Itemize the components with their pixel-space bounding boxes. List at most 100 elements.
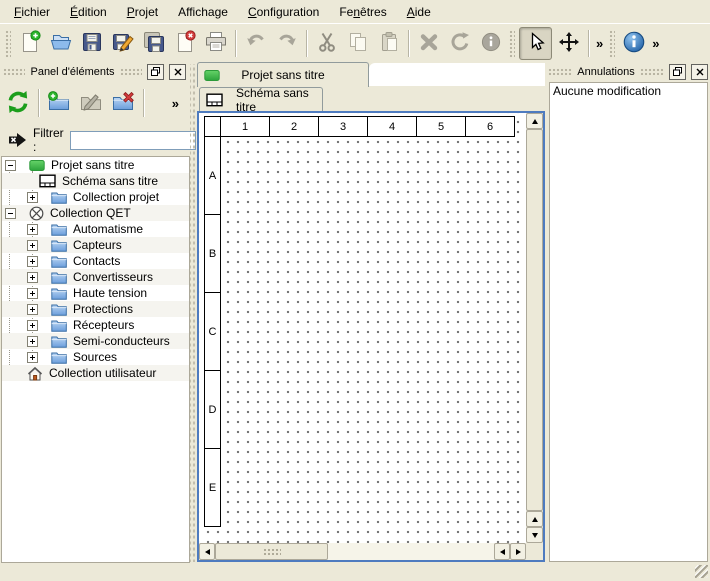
elements-tree: Projet sans titre Schéma sans titre Coll… — [1, 156, 190, 563]
scroll-up-button[interactable] — [526, 113, 543, 129]
scroll-left-button[interactable] — [494, 543, 510, 560]
scroll-left-button[interactable] — [199, 543, 215, 560]
tree-item-semi-conducteurs[interactable]: Semi-conducteurs — [2, 333, 189, 349]
print-button[interactable] — [201, 29, 230, 58]
tree-item-convertisseurs[interactable]: Convertisseurs — [2, 269, 189, 285]
main-toolbar: » » — [0, 23, 710, 63]
dock-splitter[interactable] — [190, 64, 196, 562]
schema-canvas[interactable]: 1 2 3 4 5 6 A B C D E — [199, 113, 526, 543]
panel-overflow-button[interactable]: » — [169, 96, 182, 111]
toolbar-drag-handle[interactable] — [5, 30, 11, 58]
toolbar-drag-handle[interactable] — [509, 30, 515, 58]
edit-category-button[interactable] — [75, 87, 107, 119]
expand-icon[interactable] — [27, 352, 38, 363]
collapse-icon[interactable] — [5, 208, 16, 219]
filter-label: Filtrer : — [33, 126, 64, 154]
tree-item-capteurs[interactable]: Capteurs — [2, 237, 189, 253]
arrow-left-icon — [500, 549, 505, 555]
tab-bar-filler — [369, 63, 545, 86]
redo-button[interactable] — [272, 29, 301, 58]
menu-fichier[interactable]: Fichier — [4, 2, 60, 22]
dock-close-button[interactable] — [691, 64, 708, 80]
elements-panel-titlebar[interactable]: Panel d'éléments — [3, 64, 186, 79]
expand-icon[interactable] — [27, 304, 38, 315]
expand-icon[interactable] — [27, 192, 38, 203]
tree-item-haute-tension[interactable]: Haute tension — [2, 285, 189, 301]
menu-fenetres[interactable]: Fenêtres — [329, 2, 396, 22]
project-icon — [29, 159, 45, 172]
expand-icon[interactable] — [27, 256, 38, 267]
collapse-icon[interactable] — [5, 160, 16, 171]
new-category-button[interactable] — [43, 87, 75, 119]
folder-icon — [51, 191, 67, 204]
tree-item-recepteurs[interactable]: Récepteurs — [2, 317, 189, 333]
tree-item-collection-projet[interactable]: Collection projet — [2, 189, 189, 205]
toolbar-overflow-button[interactable]: » — [649, 36, 662, 51]
menu-projet[interactable]: Projet — [117, 2, 168, 22]
tree-item-collection-utilisateur[interactable]: Collection utilisateur — [2, 365, 189, 381]
tree-item-schema-sans-titre[interactable]: Schéma sans titre — [2, 173, 189, 189]
tree-item-contacts[interactable]: Contacts — [2, 253, 189, 269]
folder-icon — [51, 239, 67, 252]
expand-icon[interactable] — [27, 224, 38, 235]
new-document-button[interactable] — [15, 29, 44, 58]
menu-affichage[interactable]: Affichage — [168, 2, 238, 22]
dock-close-button[interactable] — [169, 64, 186, 80]
filter-row: Filtrer : — [2, 127, 190, 153]
delete-button[interactable] — [414, 29, 443, 58]
tree-item-collection-qet[interactable]: Collection QET — [2, 205, 189, 221]
menu-edition[interactable]: Édition — [60, 2, 117, 22]
vertical-scroll-thumb[interactable] — [526, 129, 543, 511]
arrow-left-icon — [205, 549, 210, 555]
rotate-button[interactable] — [445, 29, 474, 58]
paste-button[interactable] — [374, 29, 403, 58]
selection-mode-button[interactable] — [519, 27, 552, 60]
horizontal-scroll-thumb[interactable] — [215, 543, 328, 560]
tab-projet-sans-titre[interactable]: Projet sans titre — [197, 62, 369, 87]
pan-mode-button[interactable] — [554, 29, 583, 58]
reload-collections-icon — [5, 89, 31, 118]
diagram-icon — [206, 93, 223, 107]
toolbar-drag-handle[interactable] — [609, 30, 615, 58]
save-all-button[interactable] — [139, 29, 168, 58]
expand-icon[interactable] — [27, 288, 38, 299]
expand-icon[interactable] — [27, 240, 38, 251]
dock-float-button[interactable] — [147, 64, 164, 80]
dock-float-button[interactable] — [669, 64, 686, 80]
undo-history-list[interactable]: Aucune modification — [549, 82, 708, 562]
expand-icon[interactable] — [27, 336, 38, 347]
tab-schema-sans-titre[interactable]: Schéma sans titre — [199, 87, 323, 112]
tree-item-projet-sans-titre[interactable]: Projet sans titre — [2, 157, 189, 173]
scroll-down-button[interactable] — [526, 527, 543, 543]
menu-aide[interactable]: Aide — [397, 2, 441, 22]
undo-button[interactable] — [241, 29, 270, 58]
clear-filter-button[interactable] — [8, 132, 27, 148]
window-resize-grip[interactable] — [695, 565, 708, 578]
undo-panel-titlebar[interactable]: Annulations — [548, 64, 708, 79]
copy-button[interactable] — [343, 29, 372, 58]
toolbar-overflow-button[interactable]: » — [593, 36, 606, 51]
open-project-button[interactable] — [46, 29, 75, 58]
tree-item-automatisme[interactable]: Automatisme — [2, 221, 189, 237]
filter-input[interactable] — [70, 131, 196, 150]
close-document-button[interactable] — [170, 29, 199, 58]
tree-item-sources[interactable]: Sources — [2, 349, 189, 365]
menu-configuration[interactable]: Configuration — [238, 2, 329, 22]
delete-category-button[interactable] — [107, 87, 139, 119]
qet-collection-icon — [29, 206, 44, 221]
expand-icon[interactable] — [27, 320, 38, 331]
horizontal-scrollbar[interactable] — [199, 543, 526, 560]
expand-icon[interactable] — [27, 272, 38, 283]
vertical-scrollbar[interactable] — [526, 113, 543, 543]
information-button[interactable] — [476, 29, 505, 58]
save-button[interactable] — [77, 29, 106, 58]
tree-item-protections[interactable]: Protections — [2, 301, 189, 317]
cut-button[interactable] — [312, 29, 341, 58]
scroll-up-button[interactable] — [526, 511, 543, 527]
save-as-button[interactable] — [108, 29, 137, 58]
scroll-track[interactable] — [328, 543, 494, 560]
about-button[interactable] — [619, 29, 648, 58]
reload-collections-button[interactable] — [2, 87, 34, 119]
scroll-right-button[interactable] — [510, 543, 526, 560]
toolbar-separator — [235, 30, 236, 57]
